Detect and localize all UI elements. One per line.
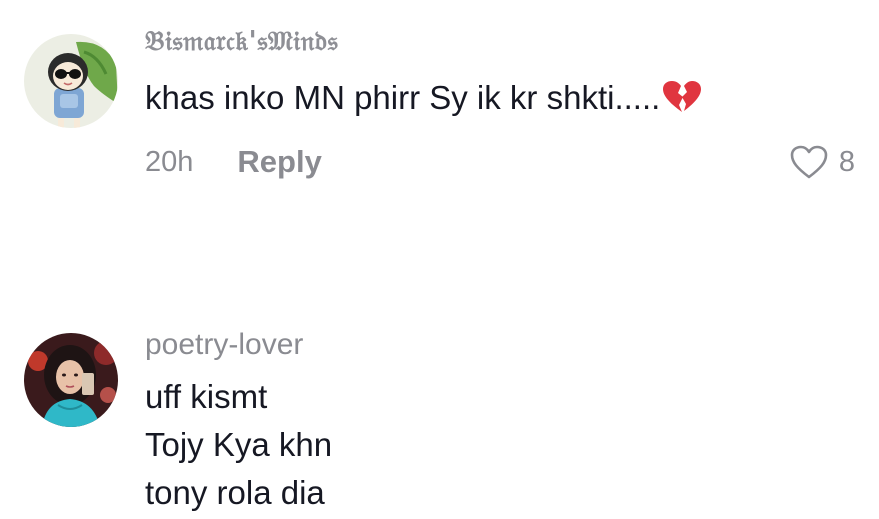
comment-text-line: uff kismt bbox=[145, 378, 268, 415]
avatar-image bbox=[24, 34, 118, 128]
heart-outline-icon[interactable] bbox=[789, 144, 829, 180]
timestamp: 20h bbox=[145, 145, 194, 178]
broken-heart-icon bbox=[662, 79, 702, 113]
comment-item: 𝔅𝔦𝔰𝔪𝔞𝔯𝔠𝔨'𝔰𝔐𝔦𝔫𝔡𝔰 khas inko MN phirr Sy ik… bbox=[0, 0, 879, 230]
username[interactable]: 𝔅𝔦𝔰𝔪𝔞𝔯𝔠𝔨'𝔰𝔐𝔦𝔫𝔡𝔰 bbox=[145, 26, 338, 58]
like-count: 8 bbox=[838, 145, 855, 178]
comment-item: poetry-lover uff kismt Tojy Kya khn tony… bbox=[0, 300, 879, 519]
comment-text: khas inko MN phirr Sy ik kr shkti..... bbox=[145, 74, 702, 122]
comment-meta: 20h Reply bbox=[145, 142, 322, 182]
comment-text: uff kismt Tojy Kya khn tony rola dia bbox=[145, 373, 332, 517]
comment-text-line: tony rola dia bbox=[145, 474, 325, 511]
comment-text-line: Tojy Kya khn bbox=[145, 426, 333, 463]
avatar[interactable] bbox=[24, 34, 118, 128]
like-button[interactable]: 8 bbox=[789, 140, 855, 184]
username[interactable]: poetry-lover bbox=[145, 328, 303, 362]
avatar-image bbox=[24, 333, 118, 427]
avatar[interactable] bbox=[24, 333, 118, 427]
comment-text-content: khas inko MN phirr Sy ik kr shkti..... bbox=[145, 79, 661, 116]
reply-button[interactable]: Reply bbox=[237, 144, 321, 180]
